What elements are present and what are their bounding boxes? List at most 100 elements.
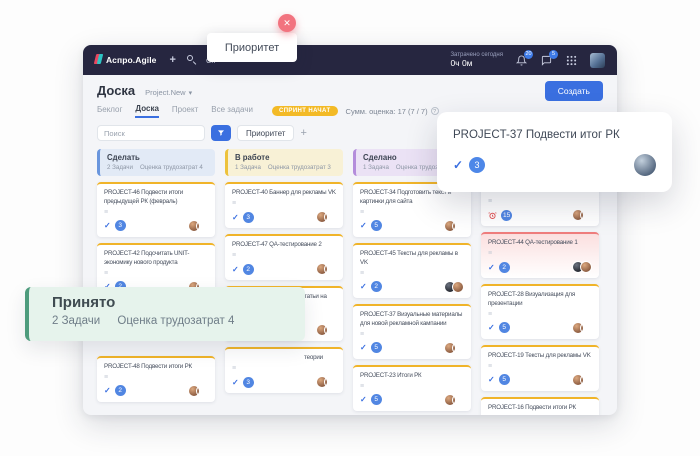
description-icon: ≡ bbox=[232, 252, 336, 259]
task-meta: ✓2 bbox=[104, 385, 208, 397]
avatar bbox=[324, 376, 336, 388]
time-spent-widget: Затрачено сегодня 0ч 0м bbox=[450, 52, 503, 69]
column-meta: 2 Задачи Оценка трудозатрат 4 bbox=[107, 164, 208, 171]
task-meta: ✓5 bbox=[488, 374, 592, 386]
create-button[interactable]: Создать bbox=[545, 81, 603, 101]
column-title: В работе bbox=[235, 153, 336, 162]
points-badge: 5 bbox=[499, 322, 510, 333]
assignee-avatars bbox=[576, 209, 592, 221]
column-task-count: 1 Задача bbox=[363, 164, 389, 171]
sprint-status-badge: СПРИНТ НАЧАТ bbox=[272, 106, 338, 116]
assignee-avatars bbox=[320, 376, 336, 388]
check-icon: ✓ bbox=[232, 378, 239, 387]
points-badge: 2 bbox=[243, 264, 254, 275]
popup-task-title: PROJECT-37 Подвести итог РК bbox=[453, 129, 656, 141]
filter-button[interactable] bbox=[211, 125, 231, 141]
app-logo: Аспро.Agile bbox=[95, 51, 157, 69]
search-icon[interactable] bbox=[187, 55, 197, 65]
tab-all-tasks[interactable]: Все задачи bbox=[211, 105, 253, 117]
points-badge: 5 bbox=[371, 220, 382, 231]
task-meta: ✓5 bbox=[360, 394, 464, 406]
kanban-column: Сделать2 ЗадачиОценка трудозатрат 4PROJE… bbox=[97, 149, 215, 402]
tab-project[interactable]: Проект bbox=[172, 105, 198, 117]
description-icon: ≡ bbox=[488, 250, 592, 257]
popup-task-meta: ✓ 3 bbox=[453, 154, 656, 176]
column-header: Сделать2 ЗадачиОценка трудозатрат 4 bbox=[97, 149, 215, 176]
column-task-count: 2 Задачи bbox=[107, 164, 133, 171]
accepted-title: Принято bbox=[52, 294, 305, 311]
points-badge: 3 bbox=[115, 220, 126, 231]
task-card[interactable]: PROJECT-45 Тексты для рекламы в VK≡✓2 bbox=[353, 243, 471, 298]
avatar bbox=[580, 322, 592, 334]
task-card[interactable]: PROJECT-47 QA-тестирование 2≡✓2 bbox=[225, 234, 343, 280]
points-badge: 3 bbox=[243, 377, 254, 388]
user-avatar[interactable] bbox=[590, 53, 605, 68]
task-meta: ✓2 bbox=[232, 263, 336, 275]
task-card-popup[interactable]: PROJECT-37 Подвести итог РК ✓ 3 bbox=[437, 112, 672, 192]
avatar bbox=[452, 220, 464, 232]
search-input[interactable] bbox=[97, 125, 205, 141]
points-badge: 5 bbox=[371, 394, 382, 405]
assignee-avatars bbox=[192, 220, 208, 232]
close-icon[interactable]: ✕ bbox=[278, 14, 296, 32]
task-card[interactable]: PROJECT-19 Тексты для рекламы VK≡✓5 bbox=[481, 345, 599, 391]
task-card[interactable]: теории≡✓3 bbox=[225, 347, 343, 393]
points-badge: 3 bbox=[243, 212, 254, 223]
tab-board[interactable]: Доска bbox=[135, 104, 158, 118]
task-card[interactable]: PROJECT-37 Визуальные материалы для ново… bbox=[353, 304, 471, 359]
project-selector[interactable]: Project.New ▾ bbox=[145, 88, 192, 97]
column-header: В работе1 ЗадачаОценка трудозатрат 3 bbox=[225, 149, 343, 176]
project-name: Project.New bbox=[145, 88, 185, 97]
avatar bbox=[196, 385, 208, 397]
add-icon[interactable]: + bbox=[170, 55, 176, 66]
task-card[interactable]: PROJECT-44 QA-тестирование 1≡✓2 bbox=[481, 232, 599, 278]
points-badge: 2 bbox=[371, 281, 382, 292]
info-icon[interactable]: ? bbox=[431, 107, 439, 115]
task-card[interactable]: PROJECT-48 Подвести итоги РК≡✓2 bbox=[97, 356, 215, 402]
logo-icon bbox=[95, 51, 102, 69]
top-navigation-bar: Аспро.Agile + Сп Затрачено сегодня 0ч 0м… bbox=[83, 45, 617, 75]
assignee-avatars bbox=[576, 374, 592, 386]
task-title: PROJECT-40 Баннер для рекламы VK bbox=[232, 189, 336, 198]
chevron-down-icon: ▾ bbox=[189, 89, 193, 97]
assignee-avatars bbox=[576, 322, 592, 334]
task-card[interactable]: PROJECT-40 Баннер для рекламы VK ≡ ✓3 bbox=[225, 182, 343, 228]
task-card[interactable]: PROJECT-28 Визуализация для презентации ≡… bbox=[481, 284, 599, 339]
total-score-text: Сумм. оценка: 17 (7 / 7) bbox=[346, 107, 428, 116]
description-icon: ≡ bbox=[488, 311, 592, 318]
task-card[interactable]: PROJECT-46 Подвести итоги предыдущей РК … bbox=[97, 182, 215, 237]
assignee-avatars bbox=[320, 211, 336, 223]
task-title: PROJECT-28 Визуализация для презентации bbox=[488, 291, 592, 309]
bell-icon[interactable]: 20 bbox=[515, 54, 528, 67]
assignee-avatars bbox=[320, 263, 336, 275]
description-icon: ≡ bbox=[232, 365, 336, 372]
tab-backlog[interactable]: Беклог bbox=[97, 105, 122, 117]
add-filter-button[interactable]: + bbox=[300, 128, 306, 139]
task-meta: ✓3 bbox=[232, 211, 336, 223]
time-spent-value: 0ч 0м bbox=[450, 59, 503, 69]
task-title: PROJECT-19 Тексты для рекламы VK bbox=[488, 352, 592, 361]
alarm-icon bbox=[488, 211, 497, 220]
assignee-avatars bbox=[448, 220, 464, 232]
task-card[interactable]: PROJECT-16 Подвести итоги РК≡ bbox=[481, 397, 599, 415]
description-icon: ≡ bbox=[360, 270, 464, 277]
assignee-avatars bbox=[576, 261, 592, 273]
task-card[interactable]: PROJECT-23 Итоги РК≡✓5 bbox=[353, 365, 471, 411]
avatar bbox=[452, 394, 464, 406]
chat-icon[interactable]: 5 bbox=[540, 54, 553, 67]
description-icon: ≡ bbox=[232, 200, 336, 207]
priority-filter-button[interactable]: Приоритет bbox=[237, 125, 294, 141]
avatar bbox=[196, 220, 208, 232]
description-icon: ≡ bbox=[104, 270, 208, 277]
task-meta: ✓3 bbox=[104, 220, 208, 232]
apps-grid-icon[interactable] bbox=[565, 54, 578, 67]
assignee-avatars bbox=[448, 394, 464, 406]
message-badge: 5 bbox=[549, 50, 558, 59]
task-meta: 15 bbox=[488, 209, 592, 221]
task-title: PROJECT-23 Итоги РК bbox=[360, 372, 464, 381]
task-meta: ✓5 bbox=[488, 322, 592, 334]
app-name: Аспро.Agile bbox=[106, 55, 157, 65]
task-title: PROJECT-42 Подсчитать UNIT-экономику нов… bbox=[104, 250, 208, 268]
column-estimate: Оценка трудозатрат 4 bbox=[140, 164, 203, 171]
accepted-column-callout: Принято 2 Задачи Оценка трудозатрат 4 bbox=[25, 287, 305, 341]
